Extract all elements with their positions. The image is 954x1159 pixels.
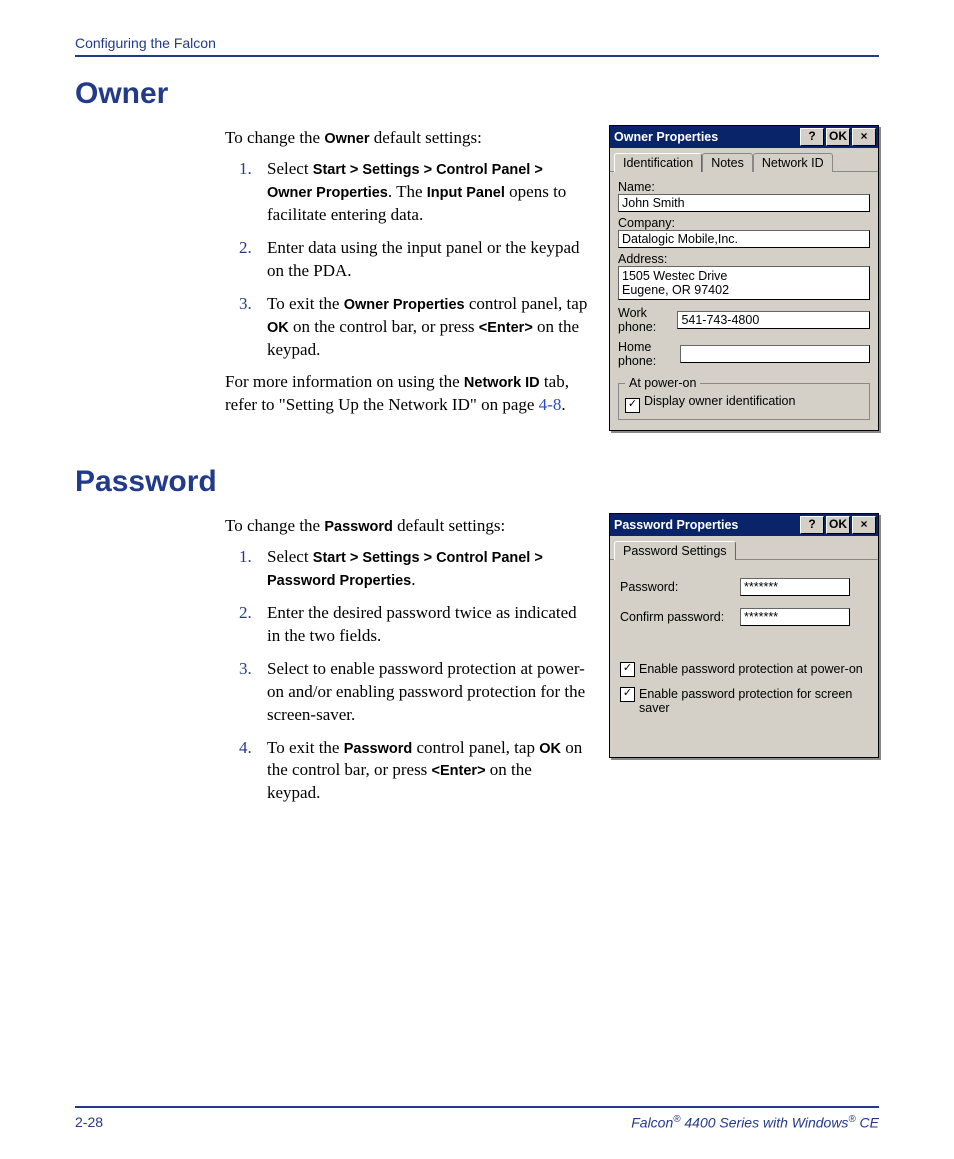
home-phone-label: Home phone: bbox=[618, 340, 674, 368]
password-label: Password: bbox=[620, 580, 740, 594]
company-label: Company: bbox=[618, 216, 870, 230]
ok-button[interactable]: OK bbox=[826, 128, 850, 146]
step-item: Enter data using the input panel or the … bbox=[225, 237, 589, 283]
tab-notes[interactable]: Notes bbox=[702, 153, 753, 172]
owner-text-column: To change the Owner default settings: Se… bbox=[225, 123, 589, 425]
page-header: Configuring the Falcon bbox=[75, 35, 879, 57]
owner-properties-window: Owner Properties ? OK × Identification N… bbox=[609, 125, 879, 431]
owner-titlebar: Owner Properties ? OK × bbox=[610, 126, 878, 148]
name-input[interactable]: John Smith bbox=[618, 194, 870, 212]
display-owner-checkbox[interactable]: ✓ bbox=[625, 398, 640, 413]
tab-identification[interactable]: Identification bbox=[614, 153, 702, 172]
owner-after: For more information on using the Networ… bbox=[225, 371, 589, 417]
password-text-column: To change the Password default settings:… bbox=[225, 511, 589, 815]
company-input[interactable]: Datalogic Mobile,Inc. bbox=[618, 230, 870, 248]
owner-intro: To change the Owner default settings: bbox=[225, 127, 589, 150]
enable-poweron-label: Enable password protection at power-on bbox=[639, 662, 868, 676]
work-phone-input[interactable]: 541-743-4800 bbox=[677, 311, 870, 329]
password-window-title: Password Properties bbox=[614, 518, 800, 532]
work-phone-label: Work phone: bbox=[618, 306, 671, 334]
page-number: 2-28 bbox=[75, 1114, 103, 1131]
address-input[interactable]: 1505 Westec Drive Eugene, OR 97402 bbox=[618, 266, 870, 300]
enable-screensaver-label: Enable password protection for screen sa… bbox=[639, 687, 868, 715]
step-item: Select Start > Settings > Control Panel … bbox=[225, 158, 589, 227]
enable-poweron-checkbox[interactable]: ✓ bbox=[620, 662, 635, 677]
password-titlebar: Password Properties ? OK × bbox=[610, 514, 878, 536]
step-item: Select Start > Settings > Control Panel … bbox=[225, 546, 589, 592]
owner-steps-list: Select Start > Settings > Control Panel … bbox=[225, 158, 589, 362]
tab-password-settings[interactable]: Password Settings bbox=[614, 541, 736, 560]
display-owner-label: Display owner identification bbox=[644, 394, 795, 408]
step-item: Select to enable password protection at … bbox=[225, 658, 589, 727]
confirm-password-input[interactable]: ******* bbox=[740, 608, 850, 626]
tab-network-id[interactable]: Network ID bbox=[753, 153, 833, 172]
power-on-fieldset: At power-on ✓ Display owner identificatio… bbox=[618, 376, 870, 420]
close-button[interactable]: × bbox=[852, 516, 876, 534]
step-item: Enter the desired password twice as indi… bbox=[225, 602, 589, 648]
step-item: To exit the Password control panel, tap … bbox=[225, 737, 589, 806]
password-tabs: Password Settings bbox=[610, 536, 878, 560]
owner-window-title: Owner Properties bbox=[614, 130, 800, 144]
heading-password: Password bbox=[75, 465, 879, 499]
enable-screensaver-checkbox[interactable]: ✓ bbox=[620, 687, 635, 702]
page-footer: 2-28 Falcon® 4400 Series with Windows® C… bbox=[75, 1106, 879, 1131]
power-on-legend: At power-on bbox=[625, 376, 700, 390]
home-phone-input[interactable] bbox=[680, 345, 870, 363]
password-input[interactable]: ******* bbox=[740, 578, 850, 596]
close-button[interactable]: × bbox=[852, 128, 876, 146]
address-label: Address: bbox=[618, 252, 870, 266]
page-link-4-8[interactable]: 4-8 bbox=[539, 395, 562, 414]
name-label: Name: bbox=[618, 180, 870, 194]
heading-owner: Owner bbox=[75, 77, 879, 111]
step-item: To exit the Owner Properties control pan… bbox=[225, 293, 589, 362]
password-intro: To change the Password default settings: bbox=[225, 515, 589, 538]
owner-tabs: Identification Notes Network ID bbox=[610, 148, 878, 172]
product-name: Falcon® 4400 Series with Windows® CE bbox=[631, 1114, 879, 1131]
confirm-password-label: Confirm password: bbox=[620, 610, 740, 624]
ok-button[interactable]: OK bbox=[826, 516, 850, 534]
password-steps-list: Select Start > Settings > Control Panel … bbox=[225, 546, 589, 805]
help-button[interactable]: ? bbox=[800, 516, 824, 534]
password-properties-window: Password Properties ? OK × Password Sett… bbox=[609, 513, 879, 758]
help-button[interactable]: ? bbox=[800, 128, 824, 146]
